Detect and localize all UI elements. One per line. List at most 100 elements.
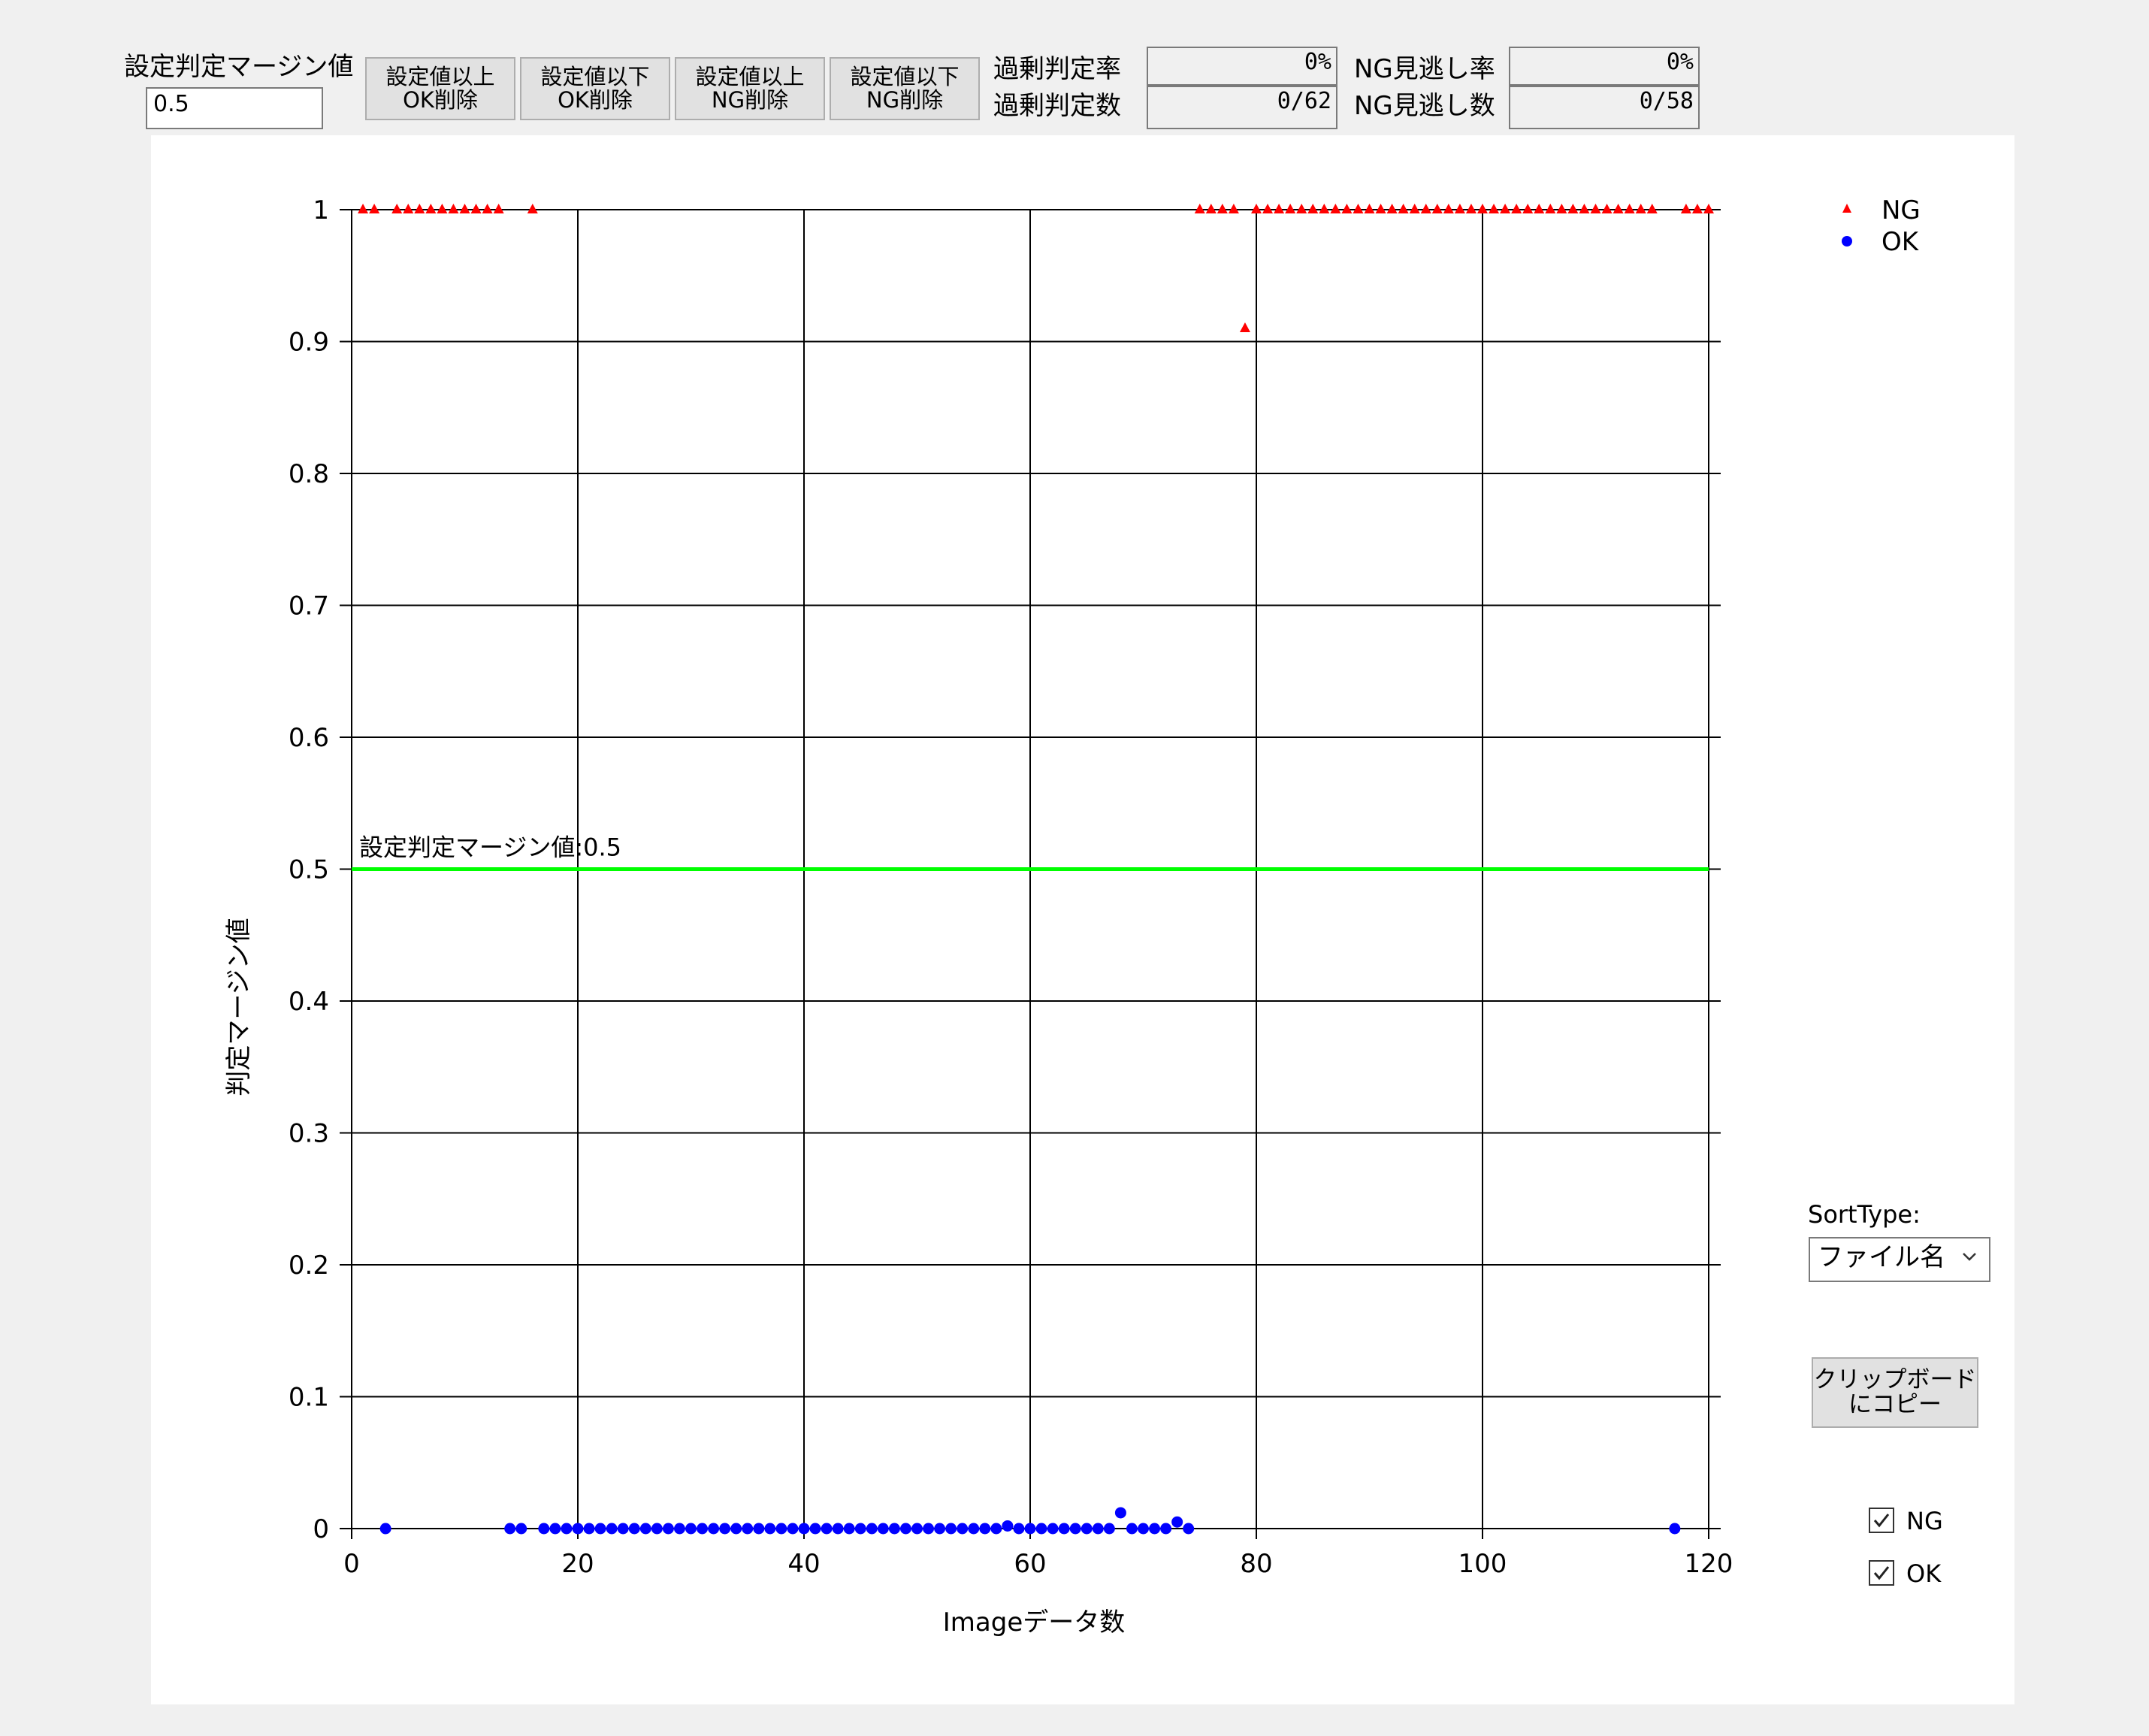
chart-panel: 設定判定マージン値:0.5 0 0.1 0.2 0.3 0.4 0.5 0.6 0.7 0.8 0…: [151, 135, 2014, 1704]
ok-point: [1058, 1523, 1070, 1535]
y-tick-label: 0.9: [289, 328, 329, 358]
ng-point: [425, 204, 437, 213]
ok-point: [639, 1523, 651, 1535]
ng-point: [527, 204, 538, 213]
delete-ok-above-button[interactable]: 設定値以上 OK削除: [365, 57, 515, 120]
ok-point: [662, 1523, 674, 1535]
ok-point: [697, 1523, 709, 1535]
ok-point: [504, 1523, 516, 1535]
ok-point: [911, 1523, 923, 1535]
ok-point: [753, 1523, 765, 1535]
ng-point: [1251, 204, 1262, 213]
x-tick-label: 20: [561, 1549, 594, 1579]
ng-point: [1307, 204, 1319, 213]
ng-point: [369, 204, 380, 213]
ok-point: [651, 1523, 663, 1535]
ok-point: [673, 1523, 685, 1535]
ok-point: [742, 1523, 754, 1535]
ok-point: [708, 1523, 720, 1535]
over-count-value: 0/62: [1147, 86, 1337, 129]
ok-point: [1081, 1523, 1093, 1535]
y-tick-label: 0.6: [289, 723, 329, 753]
ng-point: [1228, 204, 1239, 213]
button-line2: OK削除: [558, 87, 633, 113]
ok-point: [583, 1523, 595, 1535]
delete-ng-above-button[interactable]: 設定値以上 NG削除: [675, 57, 825, 120]
y-tick-label: 0.8: [289, 459, 329, 489]
x-tick-label: 40: [787, 1549, 820, 1579]
ok-point: [764, 1523, 776, 1535]
ng-point: [1489, 204, 1500, 213]
sort-type-select[interactable]: ファイル名: [1809, 1237, 1990, 1282]
legend-ok-label: OK: [1882, 227, 1920, 257]
delete-ng-below-button[interactable]: 設定値以下 NG削除: [830, 57, 980, 120]
margin-viewer-window: 設定判定マージン値 0.5 設定値以上 OK削除 設定値以下 OK削除 設定値以…: [0, 0, 2149, 1736]
ng-point: [437, 204, 448, 213]
ng-point: [1454, 204, 1465, 213]
sort-type-value: ファイル名: [1818, 1242, 1945, 1272]
ng-point: [482, 204, 493, 213]
ok-point: [617, 1523, 629, 1535]
legend-ng-marker: [1842, 204, 1851, 213]
ok-point: [719, 1523, 731, 1535]
ok-point: [934, 1523, 946, 1535]
button-line1: 設定値以上: [385, 63, 495, 89]
miss-rate-value: 0%: [1509, 47, 1700, 86]
ok-point: [809, 1523, 821, 1535]
x-tick-label: 80: [1240, 1549, 1272, 1579]
ng-point: [1680, 204, 1691, 213]
ok-point: [821, 1523, 833, 1535]
ng-point: [1319, 204, 1330, 213]
button-line2: NG削除: [711, 87, 789, 113]
ok-point: [990, 1523, 1002, 1535]
ok-point: [854, 1523, 866, 1535]
ng-point: [391, 204, 403, 213]
tick-layer: 0 0.1 0.2 0.3 0.4 0.5 0.6 0.7 0.8 0.9 1 0 20 40 60 80 10…: [289, 195, 1733, 1579]
button-line2: にコピー: [1848, 1391, 1942, 1418]
ok-point: [572, 1523, 584, 1535]
ng-point: [1398, 204, 1409, 213]
ok-point: [1047, 1523, 1059, 1535]
ok-point: [561, 1523, 573, 1535]
ng-point: [1239, 322, 1250, 332]
ok-point: [1013, 1523, 1025, 1535]
copy-to-clipboard-button[interactable]: クリップボード にコピー: [1812, 1357, 1978, 1428]
checkmark-icon: [1873, 1514, 1890, 1528]
ng-point: [1567, 204, 1579, 213]
ng-point: [459, 204, 470, 213]
ng-point: [1500, 204, 1511, 213]
ok-point: [628, 1523, 640, 1535]
ng-checkbox-label: NG: [1906, 1507, 1943, 1535]
ng-point: [403, 204, 414, 213]
ng-point: [1364, 204, 1375, 213]
ng-point: [1330, 204, 1341, 213]
ok-point: [1171, 1516, 1183, 1528]
ng-point: [1646, 204, 1658, 213]
ng-point: [1590, 204, 1601, 213]
y-tick-label: 0: [313, 1514, 329, 1544]
ng-point: [1217, 204, 1228, 213]
ok-point: [1103, 1523, 1115, 1535]
ok-point: [1669, 1523, 1681, 1535]
button-line1: 設定値以下: [540, 63, 650, 89]
ok-visible-checkbox[interactable]: [1869, 1560, 1894, 1586]
ng-point: [470, 204, 482, 213]
ok-point: [888, 1523, 900, 1535]
ok-point: [515, 1523, 527, 1535]
delete-ok-below-button[interactable]: 設定値以下 OK削除: [520, 57, 670, 120]
ng-point: [1545, 204, 1556, 213]
ng-visible-checkbox[interactable]: [1869, 1508, 1894, 1533]
y-tick-label: 0.5: [289, 855, 329, 885]
x-tick-label: 120: [1685, 1549, 1733, 1579]
ok-point: [1069, 1523, 1081, 1535]
sort-type-label: SortType:: [1808, 1200, 1921, 1229]
legend-layer: NGOK: [1842, 195, 1921, 257]
margin-value-input[interactable]: 0.5: [146, 87, 323, 129]
ok-point: [1183, 1523, 1195, 1535]
y-tick-label: 1: [313, 195, 329, 225]
ok-point: [1138, 1523, 1149, 1535]
ok-point: [957, 1523, 969, 1535]
ng-point: [1409, 204, 1420, 213]
ng-point: [1375, 204, 1386, 213]
ok-point: [832, 1523, 844, 1535]
